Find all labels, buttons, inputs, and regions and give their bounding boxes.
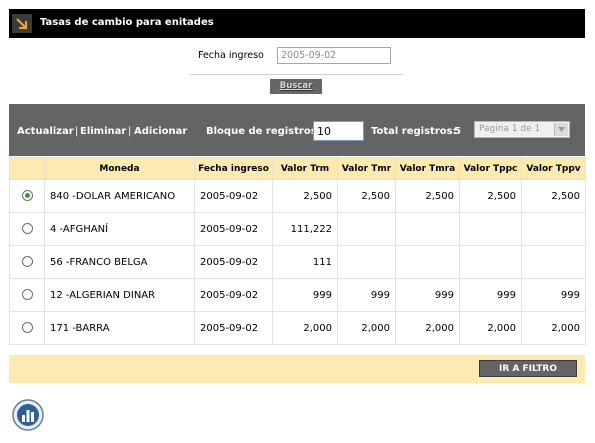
table-cell (521, 245, 586, 279)
row-radio-button[interactable] (21, 322, 33, 334)
table-cell: 2,000 (395, 311, 460, 345)
column-header[interactable]: Valor Tmra (395, 157, 460, 180)
toolbar-separator: | (128, 126, 132, 137)
column-header[interactable]: Valor Tmr (337, 157, 396, 180)
table-cell (459, 245, 522, 279)
row-radio-button[interactable] (21, 190, 33, 202)
arrow-down-right-icon (12, 14, 32, 33)
adicionar-link[interactable]: Adicionar (134, 126, 187, 137)
table-cell: 2005-09-02 (194, 179, 273, 213)
table-cell: 111 (272, 245, 338, 279)
table-cell: 171 -BARRA (44, 311, 195, 345)
table-cell: 999 (521, 278, 586, 312)
row-radio-button[interactable] (21, 289, 33, 301)
table-cell: 999 (395, 278, 460, 312)
table-cell: 2005-09-02 (194, 245, 273, 279)
table-row[interactable]: 4 -AFGHANÍ 2005-09-02 111,222 (9, 212, 586, 246)
buscar-button[interactable]: Buscar (270, 79, 322, 94)
column-header[interactable]: Fecha ingreso (194, 157, 273, 180)
total-registros-label: Total registros: (371, 126, 457, 137)
row-select-cell (9, 311, 45, 345)
exchange-rates-table: Moneda Fecha ingreso Valor Trm Valor Tmr… (9, 157, 586, 345)
select-column-header (9, 157, 45, 180)
column-header[interactable]: Valor Tppv (521, 157, 586, 180)
table-cell (337, 245, 396, 279)
actualizar-link[interactable]: Actualizar (17, 126, 74, 137)
records-toolbar: Actualizar | Eliminar | Adicionar Bloque… (9, 104, 585, 156)
table-cell: 2005-09-02 (194, 212, 273, 246)
table-cell: 12 -ALGERIAN DINAR (44, 278, 195, 312)
table-cell (521, 212, 586, 246)
column-header[interactable]: Valor Tppc (459, 157, 522, 180)
table-cell: 2,500 (459, 179, 522, 213)
table-cell: 999 (337, 278, 396, 312)
total-registros-value: 5 (454, 126, 461, 137)
row-select-cell (9, 179, 45, 213)
table-row[interactable]: 171 -BARRA 2005-09-02 2,000 2,000 2,000 2,000… (9, 311, 586, 345)
table-row[interactable]: 12 -ALGERIAN DINAR 2005-09-02 999 999 999 999… (9, 278, 586, 312)
table-cell: 111,222 (272, 212, 338, 246)
eliminar-link[interactable]: Eliminar (80, 126, 126, 137)
table-footer: IR A FILTRO (9, 355, 585, 383)
bloque-registros-label: Bloque de registros: (206, 126, 321, 137)
window-title-bar: Tasas de cambio para enitades (9, 9, 585, 38)
table-cell: 999 (272, 278, 338, 312)
column-header[interactable]: Moneda (44, 157, 195, 180)
row-select-cell (9, 245, 45, 279)
page-select-value: Pagina 1 de 1 (479, 124, 541, 134)
chevron-down-icon[interactable] (554, 123, 568, 136)
table-cell: 2,000 (521, 311, 586, 345)
table-header-row: Moneda Fecha ingreso Valor Trm Valor Tmr… (9, 157, 586, 180)
table-cell: 4 -AFGHANÍ (44, 212, 195, 246)
page-select[interactable]: Pagina 1 de 1 (474, 121, 570, 138)
table-cell (395, 245, 460, 279)
table-cell: 2,500 (272, 179, 338, 213)
table-row[interactable]: 840 -DOLAR AMERICANO 2005-09-02 2,500 2,500… (9, 179, 586, 213)
table-cell: 2005-09-02 (194, 278, 273, 312)
ir-a-filtro-button[interactable]: IR A FILTRO (479, 360, 577, 377)
table-cell: 2,500 (337, 179, 396, 213)
row-select-cell (9, 212, 45, 246)
table-cell: 2,000 (272, 311, 338, 345)
table-row[interactable]: 56 -FRANCO BELGA 2005-09-02 111 (9, 245, 586, 279)
bloque-registros-input[interactable] (313, 121, 364, 141)
fecha-ingreso-label: Fecha ingreso (198, 50, 264, 61)
table-cell: 2,000 (459, 311, 522, 345)
bar-chart-icon[interactable] (12, 399, 44, 431)
row-radio-button[interactable] (21, 256, 33, 268)
fecha-ingreso-input[interactable] (277, 47, 391, 64)
toolbar-separator: | (75, 126, 79, 137)
table-cell (395, 212, 460, 246)
row-select-cell (9, 278, 45, 312)
table-cell (337, 212, 396, 246)
table-cell (459, 212, 522, 246)
table-cell: 2,000 (337, 311, 396, 345)
table-cell: 999 (459, 278, 522, 312)
window-title: Tasas de cambio para enitades (40, 17, 214, 28)
row-radio-button[interactable] (21, 223, 33, 235)
table-cell: 2005-09-02 (194, 311, 273, 345)
table-cell: 2,500 (521, 179, 586, 213)
filter-panel: Fecha ingreso (190, 40, 403, 75)
table-cell: 840 -DOLAR AMERICANO (44, 179, 195, 213)
table-cell: 56 -FRANCO BELGA (44, 245, 195, 279)
table-cell: 2,500 (395, 179, 460, 213)
column-header[interactable]: Valor Trm (272, 157, 338, 180)
